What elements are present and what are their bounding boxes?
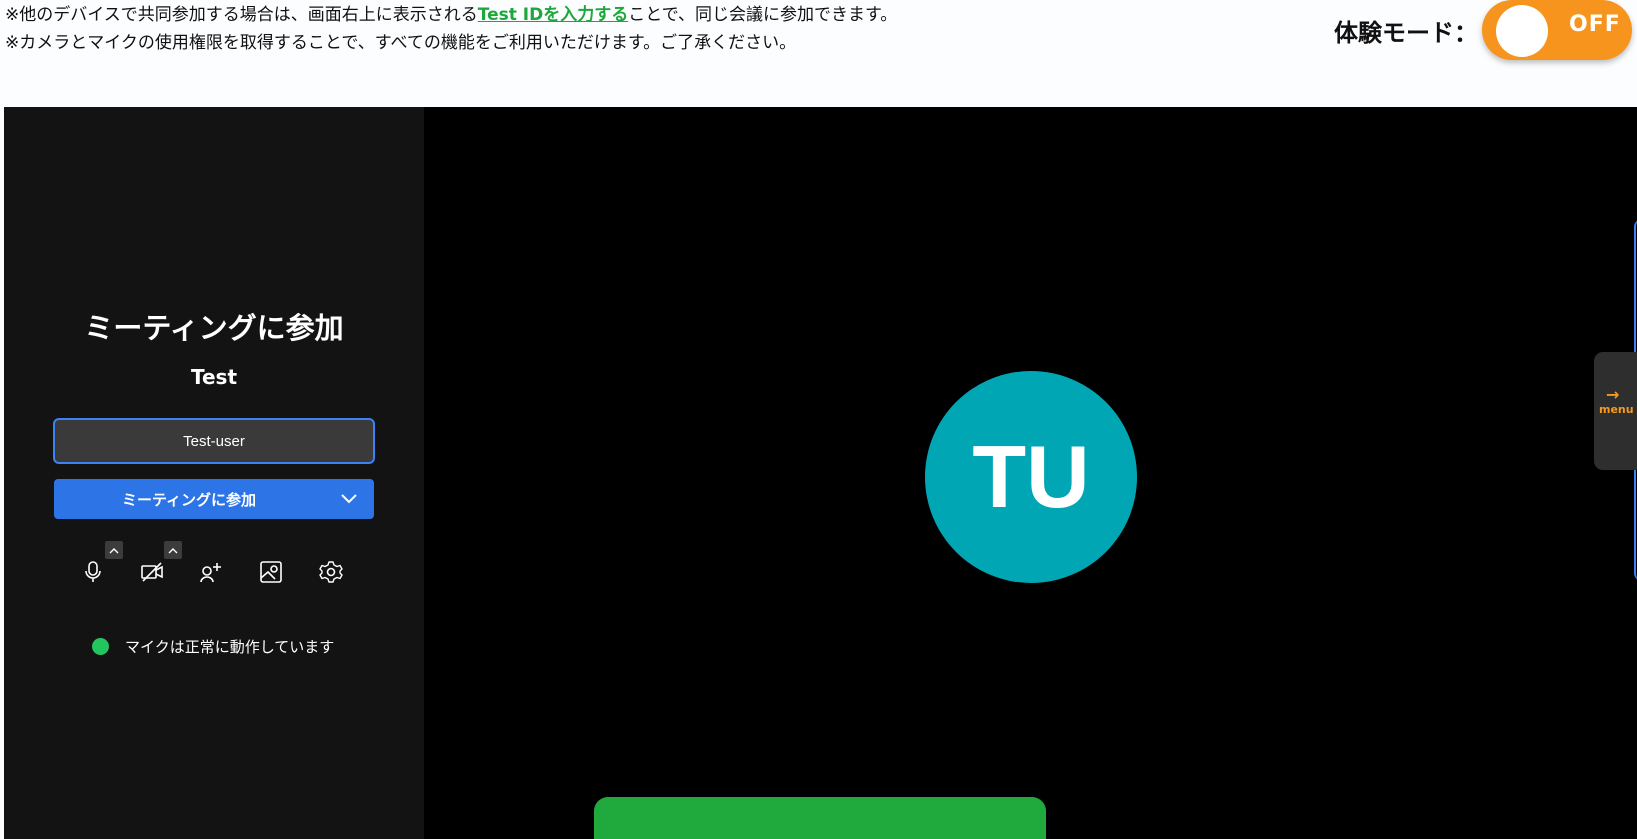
camera-button[interactable] [134,554,170,590]
notice-line-1-suffix: ことで、同じ会議に参加できます。 [628,5,898,25]
meeting-name: Test [190,365,237,389]
invite-button[interactable] [193,554,229,590]
camera-options-chevron-up-icon[interactable] [164,541,182,559]
notice-line-1-prefix: ※他のデバイスで共同参加する場合は、画面右上に表示される [5,5,478,25]
background-icon [260,561,282,583]
status-indicator-dot [92,637,109,655]
background-button[interactable] [253,554,289,590]
trial-mode-label: 体験モード： [1334,18,1478,47]
notice-line-1: ※他のデバイスで共同参加する場合は、画面右上に表示されるTest IDを入力する… [5,1,897,29]
trial-mode-toggle[interactable]: OFF [1482,0,1632,60]
join-meeting-button-label: ミーティングに参加 [121,490,257,509]
join-meeting-button[interactable]: ミーティングに参加 [54,479,374,519]
join-panel: ミーティングに参加 Test ミーティングに参加 [4,107,424,839]
toggle-state-text: OFF [1569,12,1621,37]
arrow-right-icon: → [1606,385,1620,404]
join-options-chevron-down-icon[interactable] [324,479,374,519]
test-id-link[interactable]: Test IDを入力する [478,5,628,25]
mic-status-text: マイクは正常に動作しています [125,637,335,656]
display-name-input[interactable] [53,418,375,464]
participant-avatar: TU [925,371,1137,583]
side-menu-label: menu [1599,403,1634,416]
settings-button[interactable] [313,554,349,590]
side-menu-tab[interactable]: → menu [1594,352,1637,470]
green-card [594,797,1046,839]
settings-icon [319,561,343,583]
microphone-button[interactable] [75,554,111,590]
join-title: ミーティングに参加 [84,311,344,345]
meeting-stage: ミーティングに参加 Test ミーティングに参加 [4,107,1637,839]
toggle-knob [1496,5,1548,57]
mic-options-chevron-up-icon[interactable] [105,541,123,559]
notice-line-2: ※カメラとマイクの使用権限を取得することで、すべての機能をご利用いただけます。ご… [5,33,797,53]
camera-off-icon [141,562,163,582]
trial-mode: 体験モード： OFF [1334,0,1632,60]
mic-status: マイクは正常に動作しています [92,633,334,659]
invite-icon [200,563,221,583]
microphone-icon [85,561,101,582]
notice-text: ※他のデバイスで共同参加する場合は、画面右上に表示されるTest IDを入力する… [5,1,897,57]
